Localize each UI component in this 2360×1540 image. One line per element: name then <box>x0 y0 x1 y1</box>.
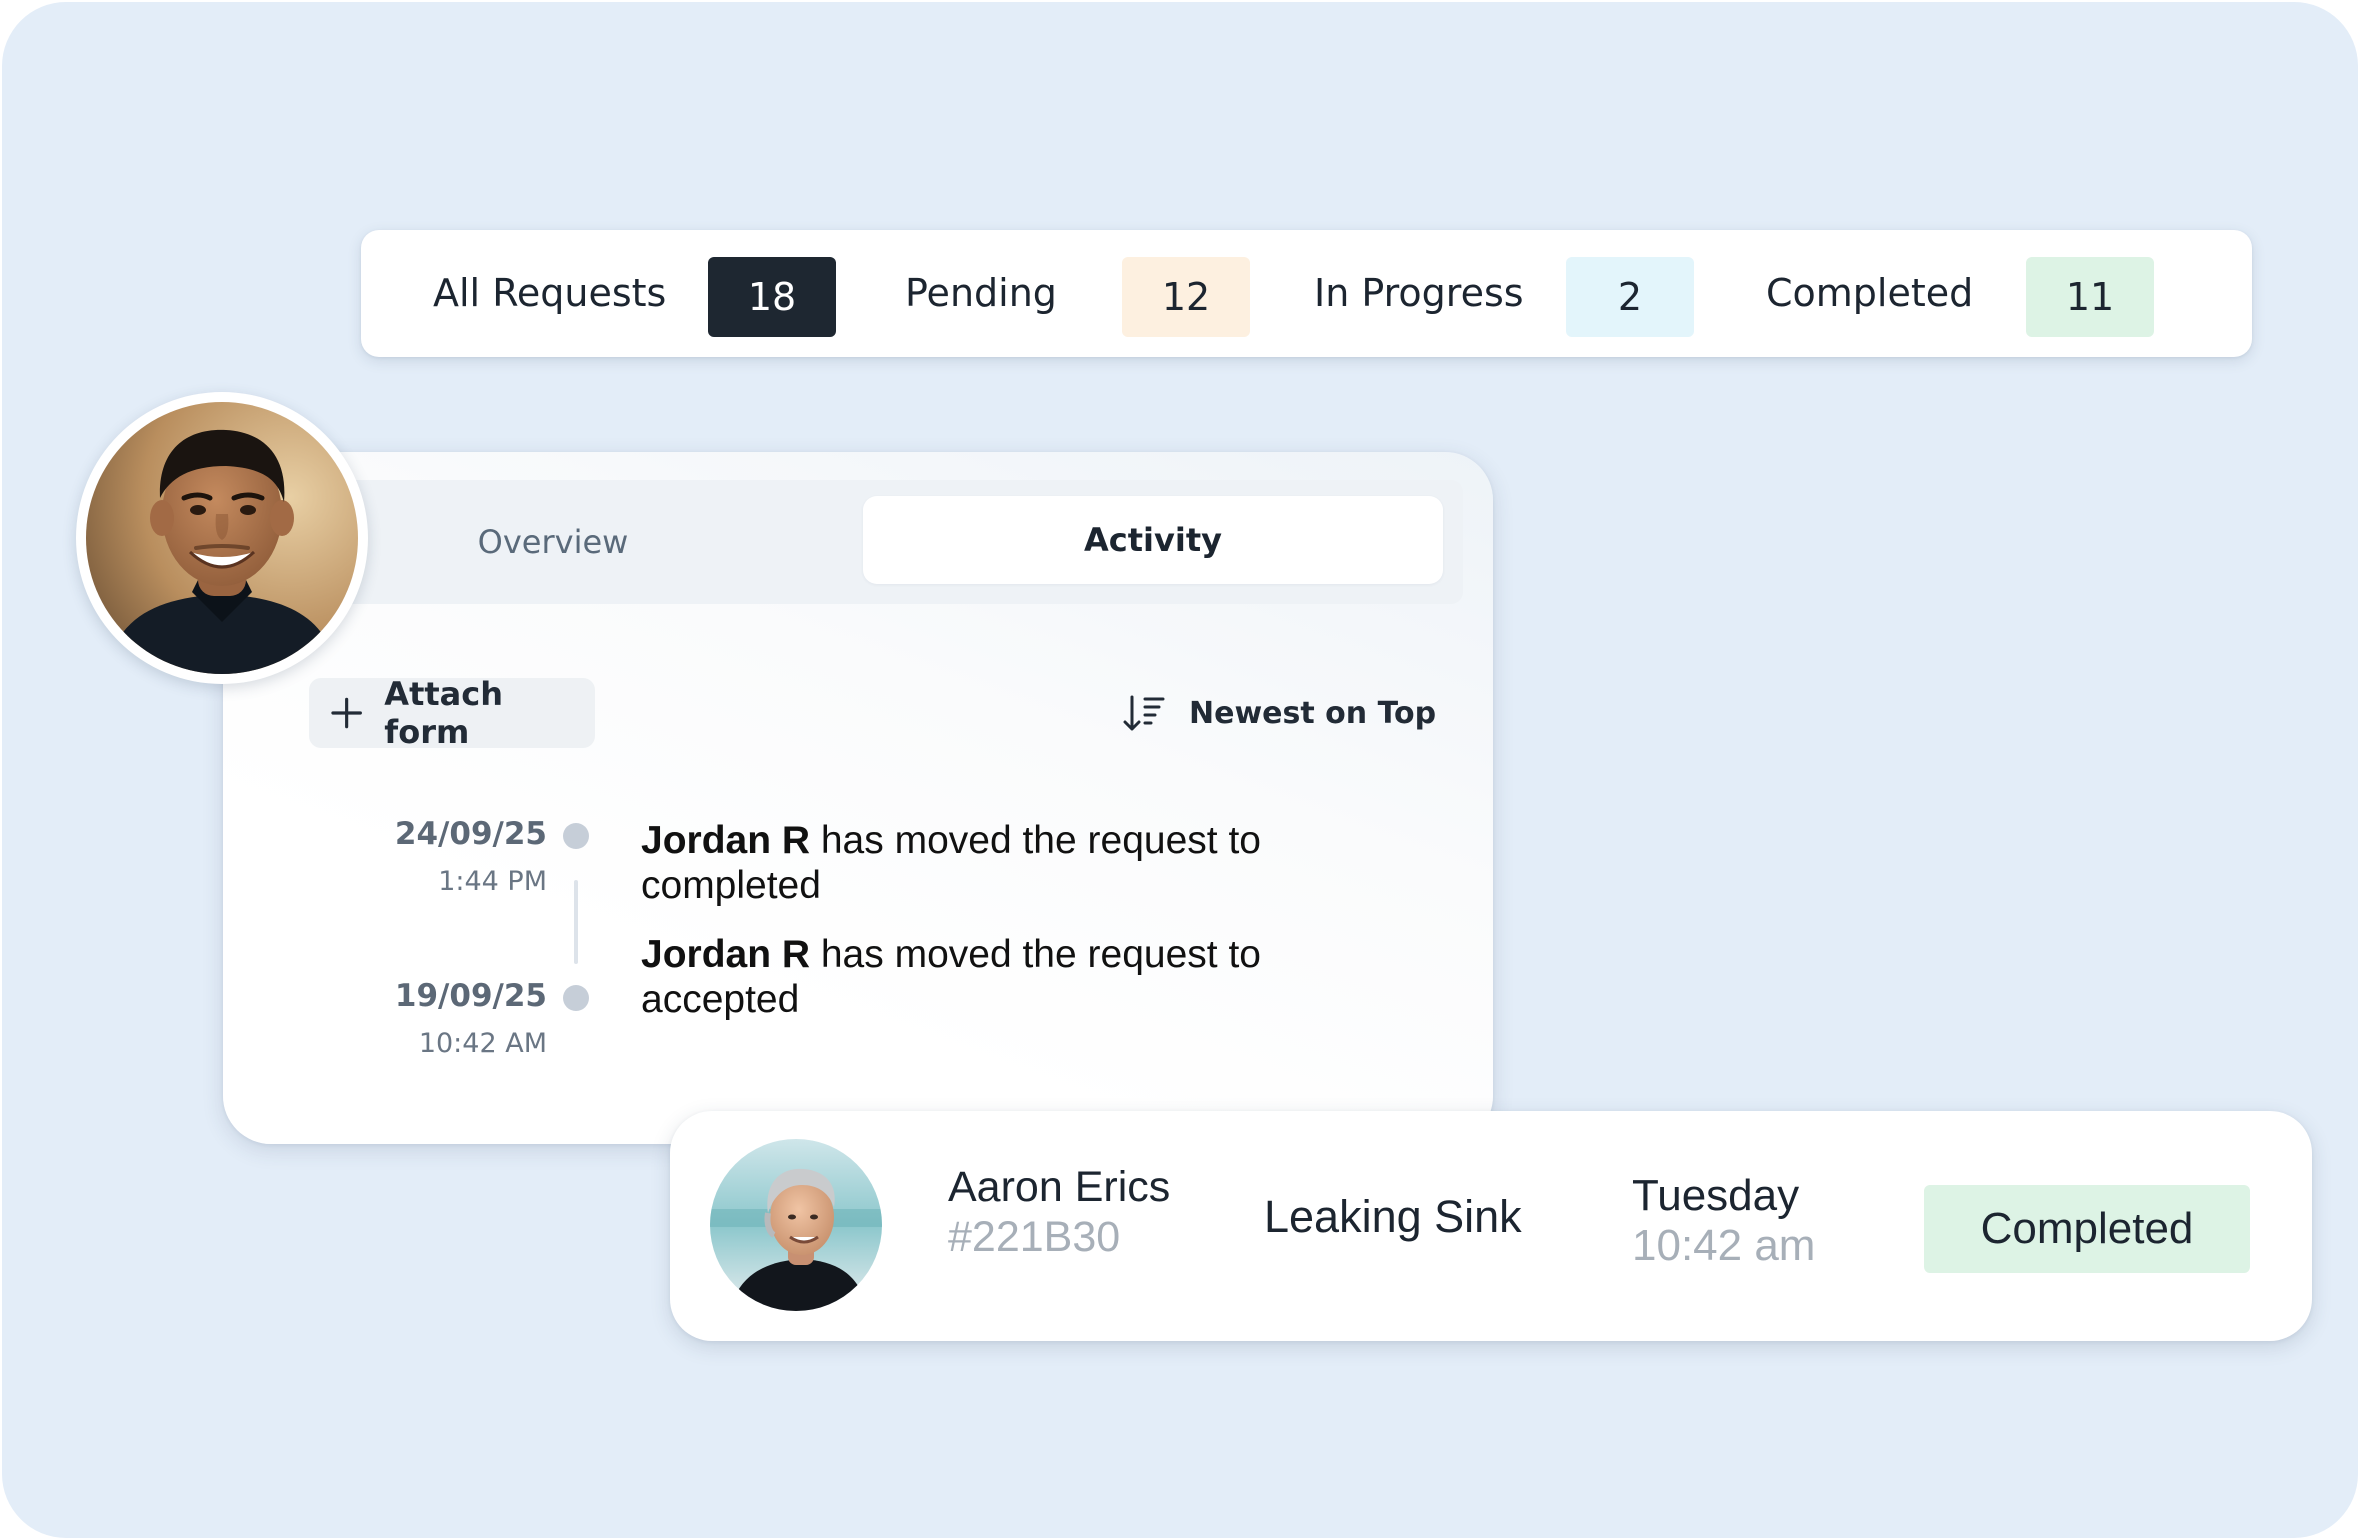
sort-descending-icon <box>1123 695 1165 731</box>
attach-form-label: Attach form <box>384 675 503 751</box>
activity-card: Overview Activity Attach form Newest on … <box>223 452 1493 1144</box>
assignee-avatar <box>76 392 368 684</box>
request-card[interactable]: Aaron Erics #221B30 Leaking Sink Tuesday… <box>670 1111 2312 1341</box>
request-id: #221B30 <box>948 1213 1121 1261</box>
timeline-time: 10:42 AM <box>418 1028 547 1059</box>
timeline-dot <box>563 985 589 1011</box>
request-time: 10:42 am <box>1632 1221 1816 1270</box>
tab-overview[interactable]: Overview <box>313 480 793 604</box>
timeline-actor: Jordan R <box>641 933 811 976</box>
timeline-date: 19/09/25 <box>394 978 547 1014</box>
request-day: Tuesday <box>1632 1171 1800 1220</box>
in-progress-count-badge[interactable]: 2 <box>1566 257 1694 337</box>
timeline-date: 24/09/25 <box>394 816 547 852</box>
customer-name: Aaron Erics <box>948 1163 1171 1211</box>
pending-count-badge[interactable]: 12 <box>1122 257 1250 337</box>
completed-count-badge[interactable]: 11 <box>2026 257 2154 337</box>
timeline-entry-text: Jordan R has moved the request to comple… <box>641 818 1341 908</box>
status-badge: Completed <box>1924 1185 2250 1273</box>
timeline-time: 1:44 PM <box>438 866 547 897</box>
all-requests-count-badge[interactable]: 18 <box>708 257 836 337</box>
timeline-dot <box>563 823 589 849</box>
tab-bar: Overview Activity <box>313 480 1463 604</box>
assignee-photo <box>86 402 358 674</box>
timeline-connector <box>574 880 578 964</box>
filter-in-progress[interactable]: In Progress <box>1314 230 1524 357</box>
customer-photo <box>710 1139 882 1311</box>
status-filter-bar: All Requests 18 Pending 12 In Progress 2… <box>361 230 2252 357</box>
background-canvas: All Requests 18 Pending 12 In Progress 2… <box>2 2 2358 1538</box>
timeline-actor: Jordan R <box>641 819 811 862</box>
request-title: Leaking Sink <box>1264 1191 1522 1242</box>
customer-avatar <box>710 1139 882 1311</box>
sort-order-button[interactable]: Newest on Top <box>1123 686 1436 740</box>
plus-icon <box>331 697 362 729</box>
tab-activity[interactable]: Activity <box>863 496 1443 584</box>
attach-form-button[interactable]: Attach form <box>309 675 595 751</box>
filter-all-requests[interactable]: All Requests <box>433 230 666 357</box>
sort-order-label: Newest on Top <box>1189 695 1437 731</box>
filter-completed[interactable]: Completed <box>1766 230 1973 357</box>
filter-pending[interactable]: Pending <box>905 230 1057 357</box>
timeline-entry-text: Jordan R has moved the request to accept… <box>641 932 1341 1022</box>
